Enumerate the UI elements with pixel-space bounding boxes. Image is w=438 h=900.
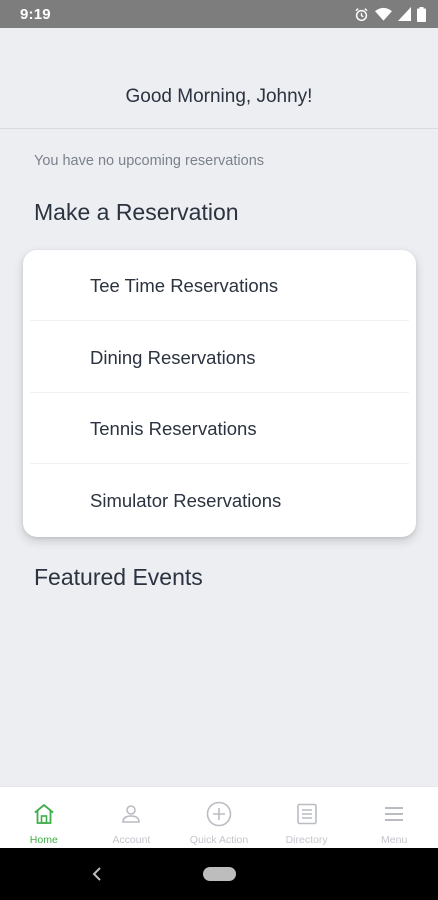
no-reservations-message: You have no upcoming reservations <box>34 153 265 169</box>
signal-icon <box>398 7 411 21</box>
nav-menu[interactable]: Menu <box>350 787 438 848</box>
status-time: 9:19 <box>20 5 51 23</box>
tee-time-reservations-item[interactable]: Tee Time Reservations <box>23 250 416 321</box>
reservation-item-label: Tennis Reservations <box>90 417 257 439</box>
status-bar: 9:19 <box>0 0 438 28</box>
back-icon[interactable] <box>90 865 104 883</box>
hamburger-icon <box>381 801 407 827</box>
wifi-icon <box>375 7 392 21</box>
nav-account[interactable]: Account <box>88 787 176 848</box>
list-icon <box>294 801 320 827</box>
home-pill-button[interactable] <box>203 867 236 881</box>
bottom-nav: Home Account Quick Action Directory Menu <box>0 786 438 848</box>
tennis-reservations-item[interactable]: Tennis Reservations <box>23 393 416 464</box>
nav-quick-action[interactable]: Quick Action <box>175 787 263 848</box>
nav-label: Quick Action <box>189 834 249 846</box>
greeting-text: Good Morning, Johny! <box>125 86 313 107</box>
home-icon <box>31 801 57 827</box>
nav-label: Account <box>112 834 151 846</box>
simulator-reservations-item[interactable]: Simulator Reservations <box>23 465 416 536</box>
reservation-item-label: Dining Reservations <box>90 346 256 368</box>
greeting-header: Good Morning, Johny! <box>0 28 438 129</box>
plus-circle-icon <box>206 801 232 827</box>
nav-directory[interactable]: Directory <box>263 787 351 848</box>
featured-events-title: Featured Events <box>34 564 203 590</box>
reservation-item-label: Simulator Reservations <box>90 489 282 511</box>
user-icon <box>118 801 144 827</box>
nav-label: Home <box>29 834 58 846</box>
divider <box>30 320 409 321</box>
nav-label: Menu <box>381 834 408 846</box>
reservation-card: Tee Time Reservations Dining Reservation… <box>23 250 416 537</box>
divider <box>30 463 409 464</box>
nav-label: Directory <box>285 834 328 846</box>
make-reservation-title: Make a Reservation <box>34 199 239 225</box>
status-icons <box>354 6 426 22</box>
dining-reservations-item[interactable]: Dining Reservations <box>23 322 416 393</box>
reservation-item-label: Tee Time Reservations <box>90 274 279 296</box>
nav-home[interactable]: Home <box>0 787 88 848</box>
alarm-icon <box>354 7 369 22</box>
battery-icon <box>417 6 426 22</box>
